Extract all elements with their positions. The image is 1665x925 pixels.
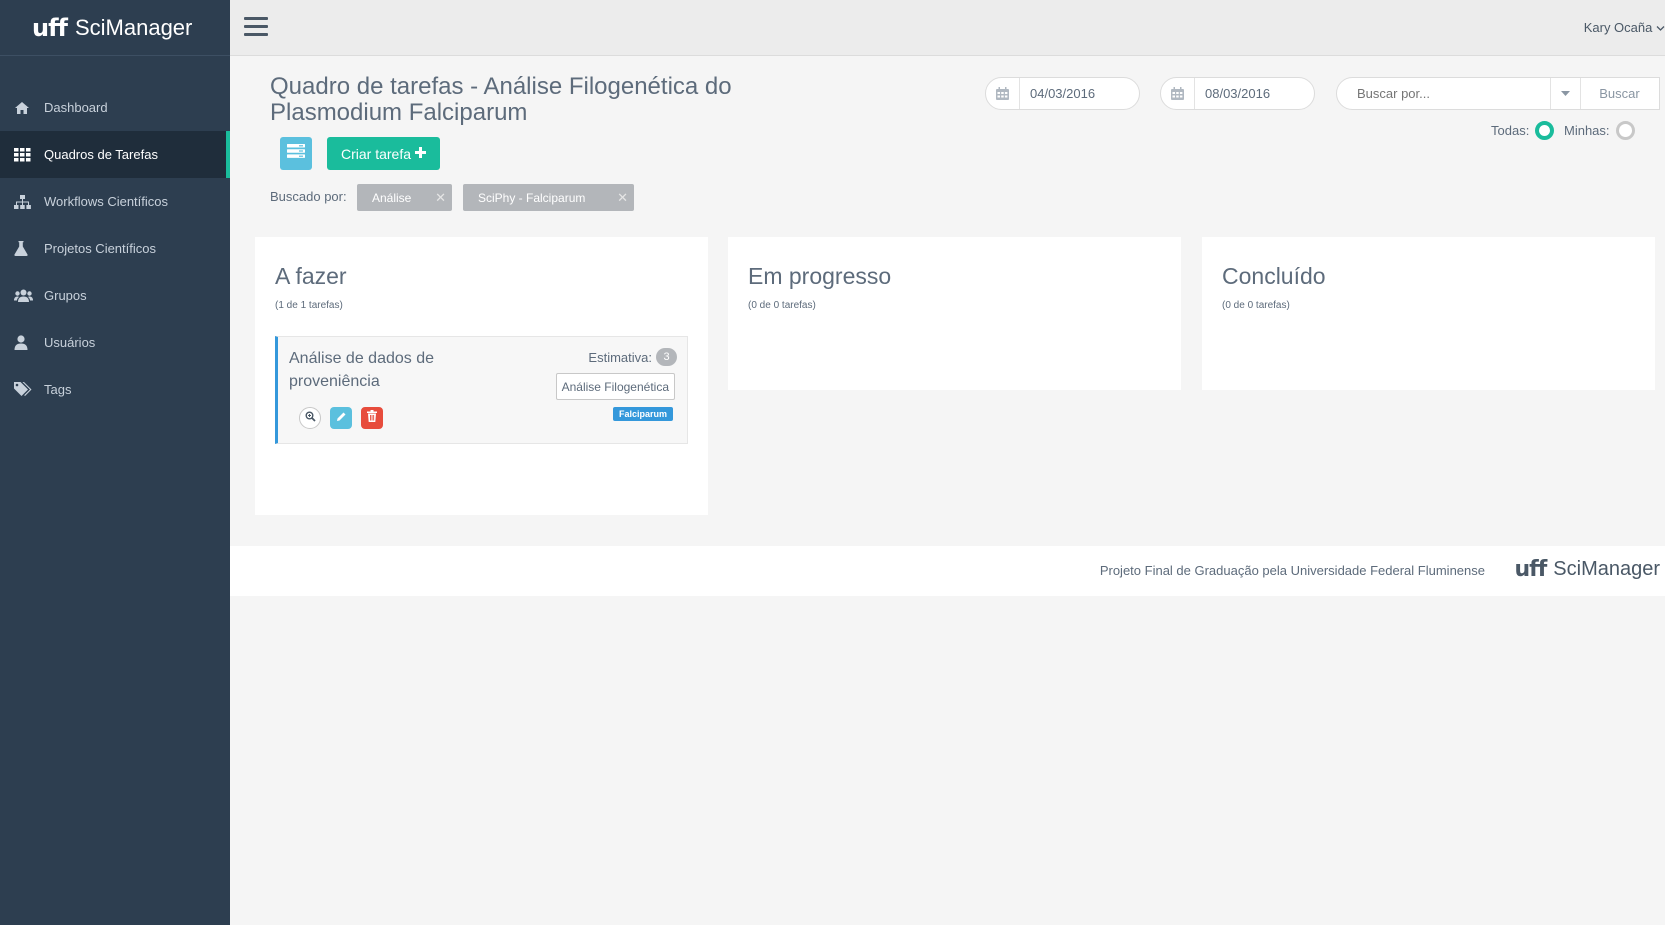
radio-mine-label: Minhas: (1564, 123, 1610, 138)
footer-text: Projeto Final de Graduação pela Universi… (1099, 563, 1485, 578)
chevron-down-icon (1656, 20, 1665, 35)
column-count: (0 de 0 tarefas) (1222, 300, 1290, 311)
sidebar-item-usuarios[interactable]: Usuários (0, 319, 230, 366)
uff-logo: uff (32, 13, 68, 42)
filter-chip-analise: Análise ✕ (357, 184, 452, 211)
estimate-label: Estimativa: (588, 349, 652, 365)
task-estimate: Estimativa: 3 (588, 348, 677, 366)
flask-icon (14, 241, 44, 256)
sidebar-item-label: Projetos Científicos (44, 241, 156, 256)
sidebar-item-label: Workflows Científicos (44, 194, 169, 209)
filter-radio-mine: Minhas: (1564, 121, 1635, 140)
date-to-input[interactable] (1195, 86, 1295, 101)
search-group: Buscar (1336, 77, 1660, 110)
user-menu[interactable]: Kary Ocaña (1584, 20, 1665, 35)
sidebar-item-projetos[interactable]: Projetos Científicos (0, 225, 230, 272)
sidebar-item-label: Usuários (44, 335, 96, 350)
hamburger-menu-icon[interactable] (244, 17, 268, 37)
estimate-badge: 3 (656, 348, 677, 366)
remove-filter-icon[interactable]: ✕ (617, 190, 628, 206)
uff-logo: uff (1514, 557, 1547, 582)
radio-mine[interactable] (1615, 121, 1635, 140)
sidebar-item-dashboard[interactable]: Dashboard (0, 84, 230, 131)
date-from-input[interactable] (1020, 86, 1120, 101)
search-input[interactable] (1337, 86, 1550, 101)
sidebar-item-label: Dashboard (44, 100, 108, 115)
user-name: Kary Ocaña (1583, 20, 1653, 35)
filter-chip-sciphy: SciPhy - Falciparum ✕ (463, 184, 634, 211)
top-bar: Kary Ocaña (230, 0, 1665, 56)
page-title: Quadro de tarefas - Análise Filogenética… (270, 73, 732, 126)
home-icon (14, 101, 44, 115)
plus-icon (415, 145, 427, 162)
zoom-icon (305, 409, 316, 427)
column-concluido: Concluído (0 de 0 tarefas) (1202, 237, 1655, 390)
date-to-field (1160, 77, 1315, 110)
column-title: Em progresso (748, 263, 892, 289)
edit-task-button[interactable] (330, 407, 352, 429)
task-card[interactable]: Análise de dados de proveniência Estimat… (275, 336, 688, 444)
column-a-fazer: A fazer (1 de 1 tarefas) Análise de dado… (255, 237, 708, 515)
workflow-tag[interactable]: Análise Filogenética (555, 373, 675, 400)
footer: Projeto Final de Graduação pela Universi… (230, 546, 1665, 596)
column-title: A fazer (275, 263, 347, 289)
column-count: (0 de 0 tarefas) (748, 300, 816, 311)
sidebar-item-quadros[interactable]: Quadros de Tarefas (0, 131, 230, 178)
sidebar-item-label: Quadros de Tarefas (44, 147, 158, 162)
filter-chip-label: SciPhy - Falciparum (478, 190, 586, 205)
footer-brand-name: SciManager (1553, 558, 1660, 580)
project-label: Falciparum (612, 407, 673, 421)
list-view-icon (287, 143, 305, 164)
sidebar-item-label: Grupos (44, 288, 87, 303)
create-task-label: Criar tarefa (340, 145, 412, 162)
filter-radio-all: Todas: (1491, 121, 1555, 140)
column-title: Concluído (1222, 263, 1326, 289)
column-count: (1 de 1 tarefas) (275, 300, 343, 311)
pencil-icon (336, 409, 347, 427)
toggle-view-button[interactable] (280, 137, 312, 170)
user-icon (14, 335, 44, 350)
sidebar-item-label: Tags (44, 382, 72, 397)
users-icon (14, 289, 44, 303)
brand[interactable]: uff SciManager (0, 0, 230, 56)
calendar-icon[interactable] (1161, 78, 1195, 109)
column-em-progresso: Em progresso (0 de 0 tarefas) (728, 237, 1181, 390)
trash-icon (367, 409, 377, 427)
task-title: Análise de dados de proveniência (289, 350, 434, 390)
brand-name: SciManager (74, 14, 193, 40)
sidebar-item-workflows[interactable]: Workflows Científicos (0, 178, 230, 225)
search-button[interactable]: Buscar (1580, 78, 1658, 109)
delete-task-button[interactable] (361, 407, 383, 429)
sidebar-item-grupos[interactable]: Grupos (0, 272, 230, 319)
tags-icon (14, 382, 44, 397)
radio-all-label: Todas: (1491, 123, 1530, 138)
create-task-button[interactable]: Criar tarefa (327, 137, 440, 170)
filter-chip-label: Análise (372, 190, 412, 205)
radio-all[interactable] (1535, 121, 1555, 140)
sidebar-nav: Dashboard Quadros de Tarefas Workflows C… (0, 84, 230, 413)
remove-filter-icon[interactable]: ✕ (435, 190, 446, 206)
footer-logo: uff SciManager (1514, 557, 1660, 582)
filters-label: Buscado por: (270, 189, 347, 204)
search-options-dropdown[interactable] (1550, 78, 1580, 109)
grid-icon (14, 147, 44, 162)
sitemap-icon (14, 194, 44, 209)
sidebar: uff SciManager Dashboard Quadros de Tare… (0, 0, 230, 925)
calendar-icon[interactable] (986, 78, 1020, 109)
date-from-field (985, 77, 1140, 110)
sidebar-item-tags[interactable]: Tags (0, 366, 230, 413)
view-task-button[interactable] (299, 407, 321, 429)
